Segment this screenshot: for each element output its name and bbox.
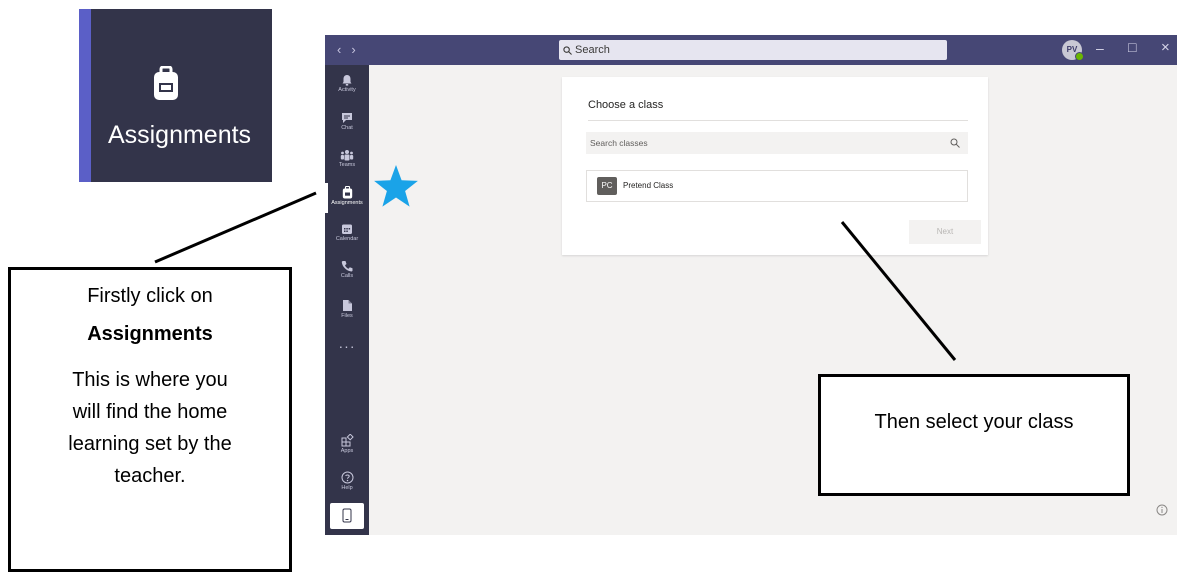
callout-line: This is where you (72, 369, 228, 391)
pointer-line-left (154, 191, 317, 264)
callout-line-bold: Assignments (87, 323, 213, 345)
star-icon (374, 165, 418, 207)
callout-assignments: Firstly click on Assignments This is whe… (8, 267, 292, 572)
callout-line: will find the home (72, 401, 228, 423)
callout-line: teacher. (114, 465, 186, 487)
callout-line: Then select your class (874, 411, 1074, 433)
callout-select-class: Then select your class (818, 374, 1130, 496)
callout-line: Firstly click on (87, 285, 213, 307)
callout-line: learning set by the (68, 433, 232, 455)
pointer-line-right (840, 221, 957, 361)
